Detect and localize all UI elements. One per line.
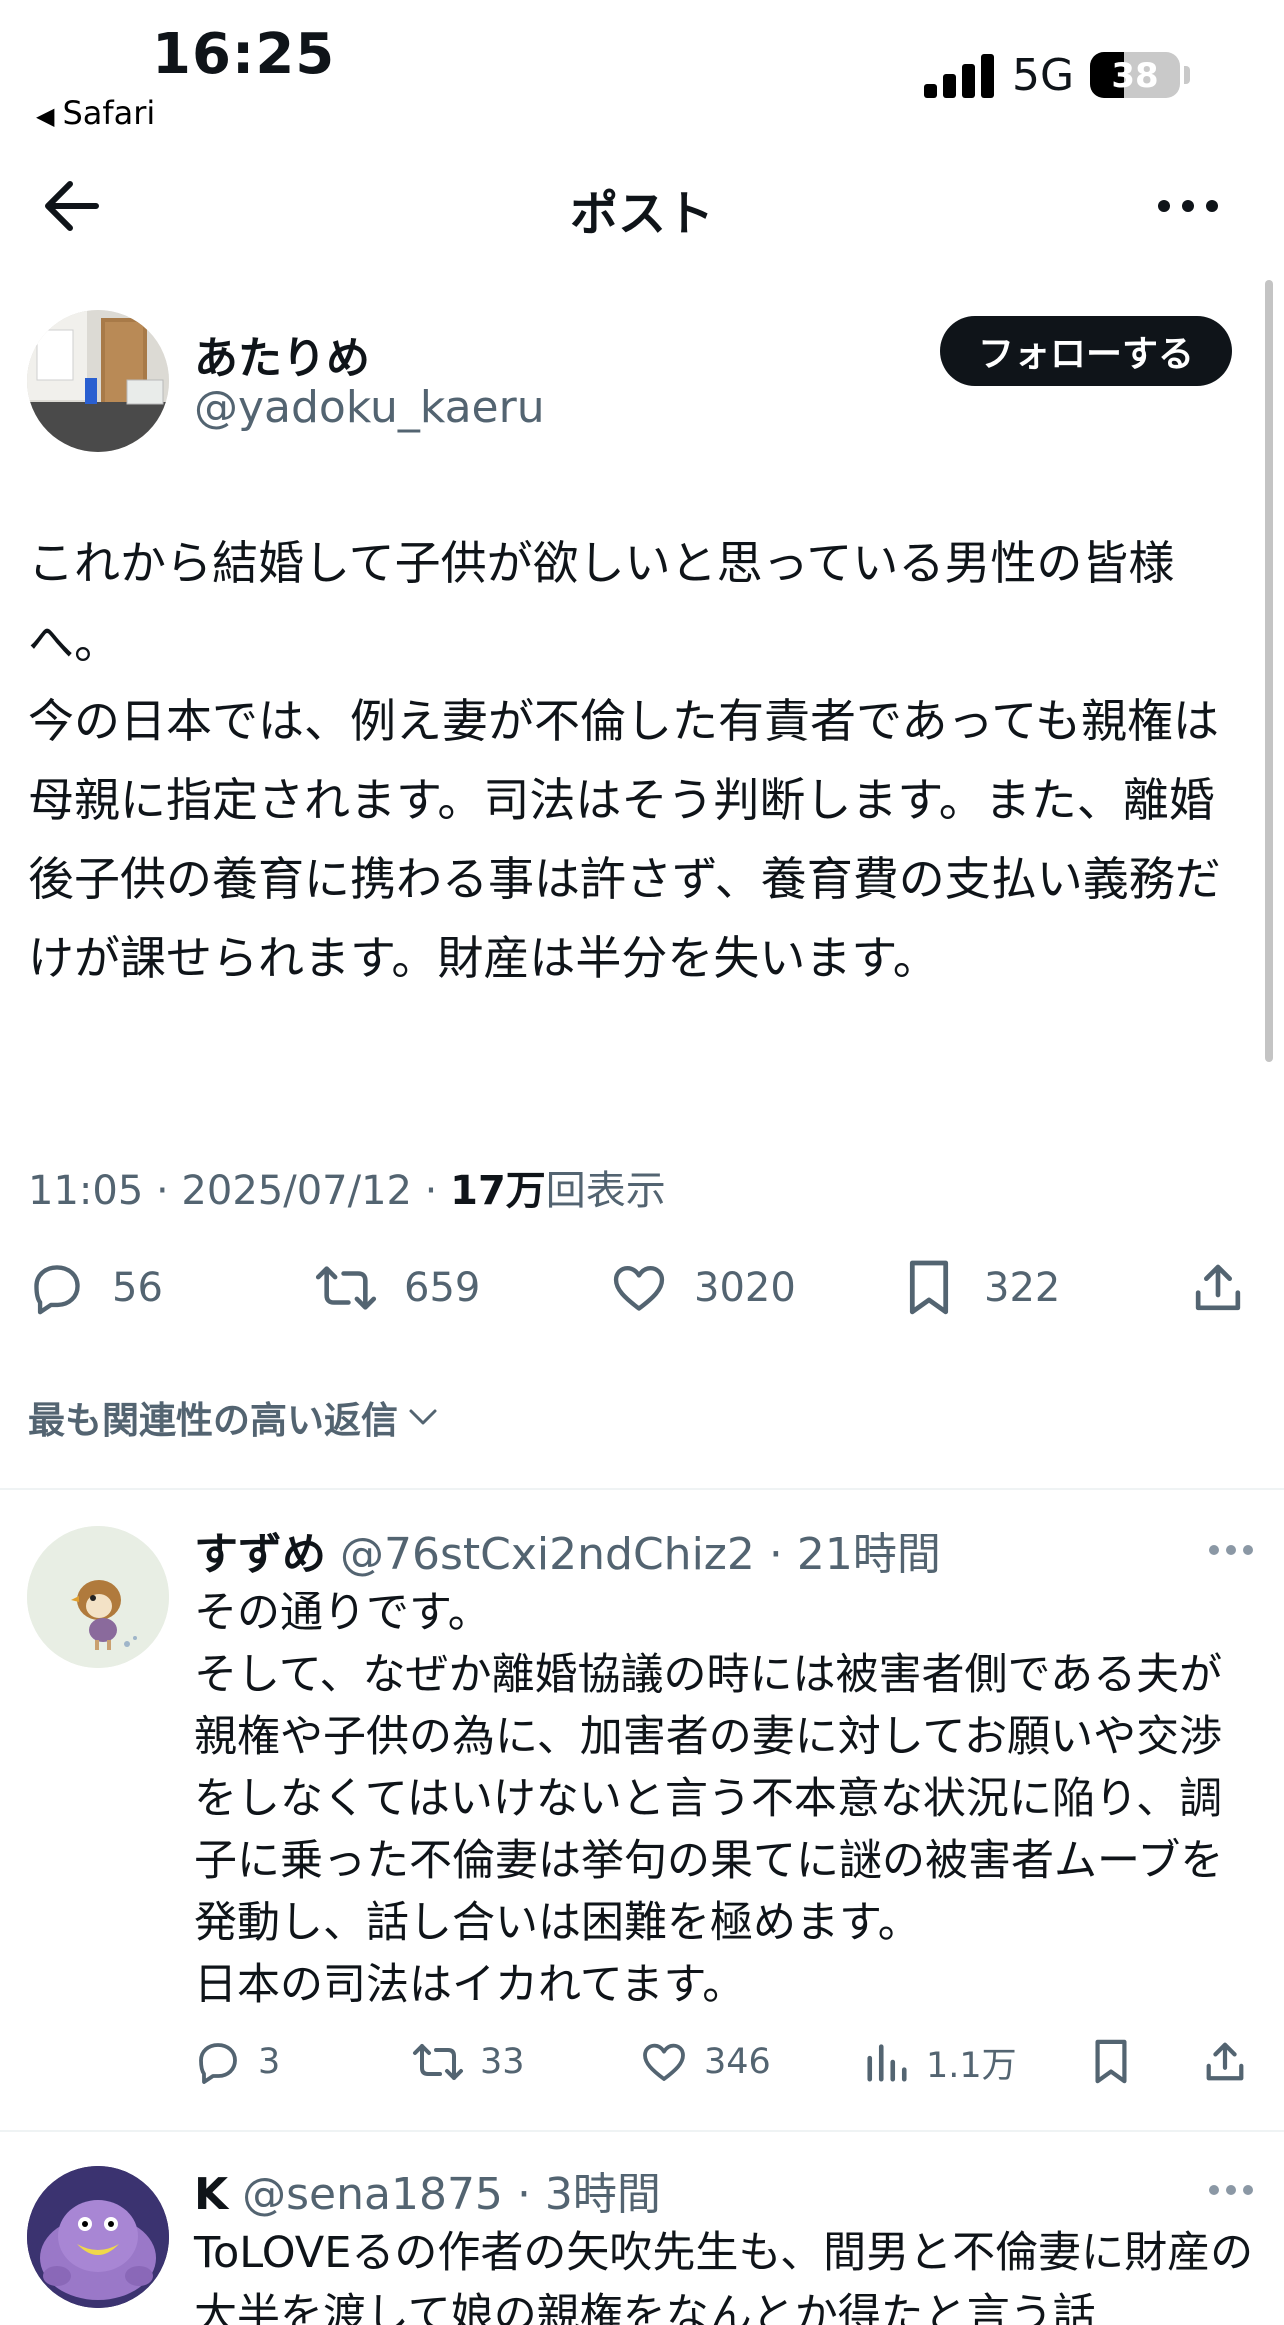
analytics-icon: [867, 2044, 907, 2082]
heart-icon: [643, 2043, 685, 2081]
share-icon: [1195, 1264, 1241, 1311]
reply-author-name[interactable]: K: [194, 2169, 228, 2220]
reply-author-name[interactable]: すずめ: [194, 1529, 326, 1580]
author-handle[interactable]: @yadoku_kaeru: [194, 382, 545, 433]
back-app-label: Safari: [62, 94, 156, 132]
post-meta: 11:05 · 2025/07/12 · 17万回表示: [28, 1158, 666, 1216]
author-name[interactable]: あたりめ: [194, 322, 370, 386]
repost-icon: [315, 1266, 377, 1310]
post-timestamp: 11:05 · 2025/07/12 ·: [28, 1168, 451, 1214]
reply-text: その通りです。 そして、なぜか離婚協議の時には被害者側である夫が親権や子供の為に…: [194, 1588, 1224, 2010]
divider: [0, 1488, 1284, 1490]
more-horizontal-icon[interactable]: [1208, 1541, 1254, 1555]
follow-button[interactable]: フォローする: [940, 316, 1232, 386]
reply-avatar[interactable]: [27, 2166, 169, 2308]
bookmark-count: 322: [984, 1265, 1061, 1311]
bookmark-icon: [1095, 2039, 1127, 2084]
bookmark-button[interactable]: [1088, 2032, 1150, 2092]
like-button[interactable]: 3020: [610, 1252, 796, 1324]
reply-author-handle[interactable]: @sena1875: [242, 2169, 503, 2220]
reply-time: · 21時間: [768, 1529, 941, 1580]
status-time: 16:25: [152, 22, 336, 87]
status-bar: 16:25 ◀ Safari 5G 38: [0, 0, 1284, 140]
post-text: これから結婚して子供が欲しいと思っている男性の皆様へ。 今の日本では、例え妻が不…: [28, 536, 1221, 985]
scroll-indicator[interactable]: [1265, 280, 1273, 1062]
replies-sort-label: 最も関連性の高い返信: [28, 1399, 398, 1442]
share-button[interactable]: [1202, 2032, 1264, 2092]
reply-text: ToLOVEるの作者の矢吹先生も、間男と不倫妻に財産の大半を渡して娘の親権をなん…: [194, 2228, 1254, 2325]
network-type: 5G: [1012, 50, 1075, 101]
top-nav-bar: ポスト: [0, 150, 1284, 260]
bookmark-button[interactable]: 322: [900, 1252, 1060, 1324]
reply-icon: [199, 2043, 237, 2084]
reply-avatar[interactable]: [27, 1526, 169, 1668]
bookmark-icon: [909, 1260, 949, 1315]
repost-count: 33: [480, 2042, 525, 2082]
reply-time: · 3時間: [516, 2169, 661, 2220]
more-horizontal-icon[interactable]: [1156, 186, 1220, 226]
back-triangle-icon: ◀: [36, 102, 55, 130]
author-avatar[interactable]: [27, 310, 169, 452]
chevron-down-icon: [409, 1409, 437, 1425]
more-horizontal-icon[interactable]: [1208, 2181, 1254, 2195]
reply-icon: [34, 1265, 80, 1315]
like-button[interactable]: 346: [640, 2032, 771, 2092]
repost-count: 659: [404, 1265, 481, 1311]
reply-actions: 3 33 346 1.1万: [0, 2032, 1284, 2092]
cellular-signal-icon: [924, 52, 994, 98]
heart-icon: [613, 1266, 665, 1311]
views-label: 回表示: [545, 1168, 666, 1214]
like-count: 346: [704, 2042, 771, 2082]
reply-count: 56: [112, 1265, 163, 1311]
back-to-app-link[interactable]: ◀ Safari: [36, 94, 155, 132]
repost-icon: [413, 2044, 463, 2080]
repost-button[interactable]: 33: [412, 2032, 525, 2092]
reply-header: すずめ @76stCxi2ndChiz2 · 21時間: [194, 1518, 941, 1582]
battery-tip: [1184, 66, 1190, 84]
repost-button[interactable]: 659: [314, 1252, 480, 1324]
like-count: 3020: [694, 1265, 796, 1311]
divider: [0, 2130, 1284, 2132]
views-button[interactable]: 1.1万: [864, 2032, 1017, 2092]
replies-sort-dropdown[interactable]: 最も関連性の高い返信: [28, 1390, 440, 1444]
battery-percent: 38: [1111, 56, 1159, 96]
share-icon: [1206, 2042, 1244, 2081]
page-title: ポスト: [569, 186, 714, 242]
post-actions: 56 659 3020 322: [0, 1252, 1284, 1324]
views-count: 17万: [450, 1168, 546, 1214]
reply-button[interactable]: 56: [28, 1252, 163, 1324]
reply-count: 3: [258, 2042, 281, 2082]
reply-author-handle[interactable]: @76stCxi2ndChiz2: [340, 1529, 755, 1580]
battery-icon: 38: [1090, 52, 1180, 98]
share-button[interactable]: [1190, 1252, 1272, 1324]
views-count: 1.1万: [926, 2045, 1017, 2086]
reply-header: K @sena1875 · 3時間: [194, 2158, 661, 2222]
reply-button[interactable]: 3: [194, 2032, 280, 2092]
